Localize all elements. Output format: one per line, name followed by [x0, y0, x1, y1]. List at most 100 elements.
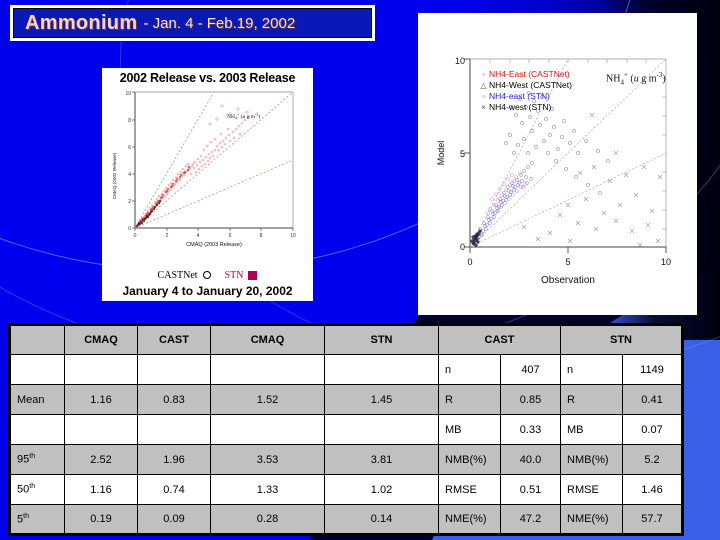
legend-label: NH4-east (STN): [489, 91, 550, 101]
x-marker-icon: ×: [481, 103, 486, 112]
square-marker-icon: [248, 270, 258, 280]
row-label-superscript: th: [23, 512, 29, 520]
cell-stn: 1.02: [324, 474, 439, 505]
statistics-table: CMAQ CAST CMAQ STN CAST STN n 407 n 1149…: [8, 323, 684, 536]
row-label-text: 95: [17, 453, 30, 466]
cell-cast: 0.74: [137, 474, 211, 505]
metric-value-stn: 0.07: [622, 414, 683, 445]
table-row: MB 0.33 MB 0.07: [9, 414, 683, 445]
table-header-cell: CMAQ: [210, 324, 325, 355]
metric-value-cast: 47.2: [500, 504, 561, 535]
svg-text:NH4+ (u g m-3): NH4+ (u g m-3): [227, 112, 260, 121]
cell-cmaq-stn: 0.28: [210, 504, 325, 535]
table-header-cell: CAST: [137, 324, 211, 355]
metric-label-cast: MB: [438, 414, 501, 445]
cell-stn: [324, 354, 439, 385]
svg-text:10: 10: [455, 56, 465, 66]
cell-cast: 1.96: [137, 444, 211, 475]
right-chart-legend: ◦ NH4-East (CASTNet) △ NH4-West (CASTNet…: [478, 69, 572, 113]
left-chart-date-caption: January 4 to January 20, 2002: [122, 284, 293, 298]
svg-text:0: 0: [128, 226, 131, 232]
cell-stn: 1.45: [324, 384, 439, 415]
svg-text:0: 0: [134, 233, 137, 239]
row-label: [9, 414, 65, 445]
metric-label-stn: n: [560, 354, 623, 385]
metric-label-cast: RMSE: [438, 474, 501, 505]
triangle-marker-icon: △: [480, 81, 487, 90]
svg-text:Model: Model: [436, 141, 446, 166]
svg-text:0: 0: [467, 257, 472, 267]
row-label: 5th: [9, 504, 65, 535]
table-row: 95th 2.52 1.96 3.53 3.81 NMB(%) 40.0 NMB…: [9, 444, 683, 475]
left-chart-title: 2002 Release vs. 2003 Release: [119, 71, 296, 85]
svg-text:4: 4: [197, 233, 200, 239]
metric-value-stn: 0.41: [622, 384, 683, 415]
legend-item: × NH4-west (STN): [478, 102, 572, 113]
slide-title-subtitle: - Jan. 4 - Feb.19, 2002: [143, 14, 296, 32]
cell-cmaq-stn: [210, 354, 325, 385]
metric-value-cast: 0.85: [500, 384, 561, 415]
right-chart-unit-annotation: NH4+ (u g m-3): [606, 71, 666, 87]
table-header-row: CMAQ CAST CMAQ STN CAST STN: [9, 324, 683, 355]
cell-cast: [137, 354, 211, 385]
metric-label-cast: R: [438, 384, 501, 415]
cell-cmaq-cast: 2.52: [64, 444, 138, 475]
svg-text:CMAQ (2003 Release): CMAQ (2003 Release): [186, 242, 242, 248]
row-label-superscript: th: [29, 453, 36, 461]
svg-text:5: 5: [565, 257, 570, 267]
left-chart-marker-caption: CASTNet STN: [102, 270, 313, 281]
cell-cast: 0.83: [137, 384, 211, 415]
cell-cmaq-cast: 0.19: [64, 504, 138, 535]
metric-value-cast: 0.33: [500, 414, 561, 445]
svg-text:2: 2: [166, 233, 169, 239]
row-label: [9, 354, 65, 385]
metric-label-cast: NME(%): [438, 504, 501, 535]
caption-stn-label: STN: [224, 270, 244, 281]
row-label-superscript: th: [29, 483, 36, 491]
table-header-cell: STN: [324, 324, 439, 355]
table-row: 5th 0.19 0.09 0.28 0.14 NME(%) 47.2 NME(…: [9, 504, 683, 535]
table-header-cell: CMAQ: [64, 324, 138, 355]
cell-cmaq-stn: 1.52: [210, 384, 325, 415]
metric-label-cast: n: [438, 354, 501, 385]
cell-cmaq-cast: 1.16: [64, 474, 138, 505]
left-chart-panel: 2002 Release vs. 2003 Release 0 2 4 6 8 …: [102, 68, 313, 301]
cell-cast: 0.09: [137, 504, 211, 535]
svg-text:4: 4: [128, 172, 131, 178]
svg-text:6: 6: [128, 145, 131, 151]
svg-text:8: 8: [260, 233, 263, 239]
circle-marker-icon: ◦: [482, 70, 485, 79]
metric-value-stn: 1.46: [622, 474, 683, 505]
legend-item: ◦ NH4-East (CASTNet): [478, 69, 572, 80]
metric-value-stn: 5.2: [622, 444, 683, 475]
cell-cast: [137, 414, 211, 445]
row-label: 95th: [9, 444, 65, 475]
table-header-cell: STN: [560, 324, 683, 355]
legend-item: △ NH4-West (CASTNet): [478, 80, 572, 91]
legend-label: NH4-west (STN): [489, 102, 552, 112]
cell-stn: [324, 414, 439, 445]
circle-marker-icon: [202, 271, 211, 280]
row-label: Mean: [9, 384, 65, 415]
slide-title-main: Ammonium: [25, 11, 138, 34]
cell-cmaq-stn: 1.33: [210, 474, 325, 505]
metric-label-stn: RMSE: [560, 474, 623, 505]
cell-stn: 3.81: [324, 444, 439, 475]
svg-text:2: 2: [128, 199, 131, 205]
cell-cmaq-stn: [210, 414, 325, 445]
metric-label-cast: NMB(%): [438, 444, 501, 475]
metric-label-stn: R: [560, 384, 623, 415]
metric-label-stn: NMB(%): [560, 444, 623, 475]
svg-text:8: 8: [128, 118, 131, 124]
slide-title-box: Ammonium - Jan. 4 - Feb.19, 2002: [10, 5, 375, 41]
cell-cmaq-stn: 3.53: [210, 444, 325, 475]
svg-text:10: 10: [125, 91, 131, 97]
circle-marker-icon: ◦: [482, 92, 485, 101]
cell-stn: 0.14: [324, 504, 439, 535]
cell-cmaq-cast: [64, 354, 138, 385]
svg-text:5: 5: [460, 149, 465, 159]
legend-label: NH4-West (CASTNet): [489, 80, 572, 90]
table-header-cell: [9, 324, 65, 355]
left-scatter-plot: 0 2 4 6 8 10 0 2 4 6 8 10 CMAQ (2003 Rel…: [112, 91, 296, 248]
svg-text:6: 6: [229, 233, 232, 239]
